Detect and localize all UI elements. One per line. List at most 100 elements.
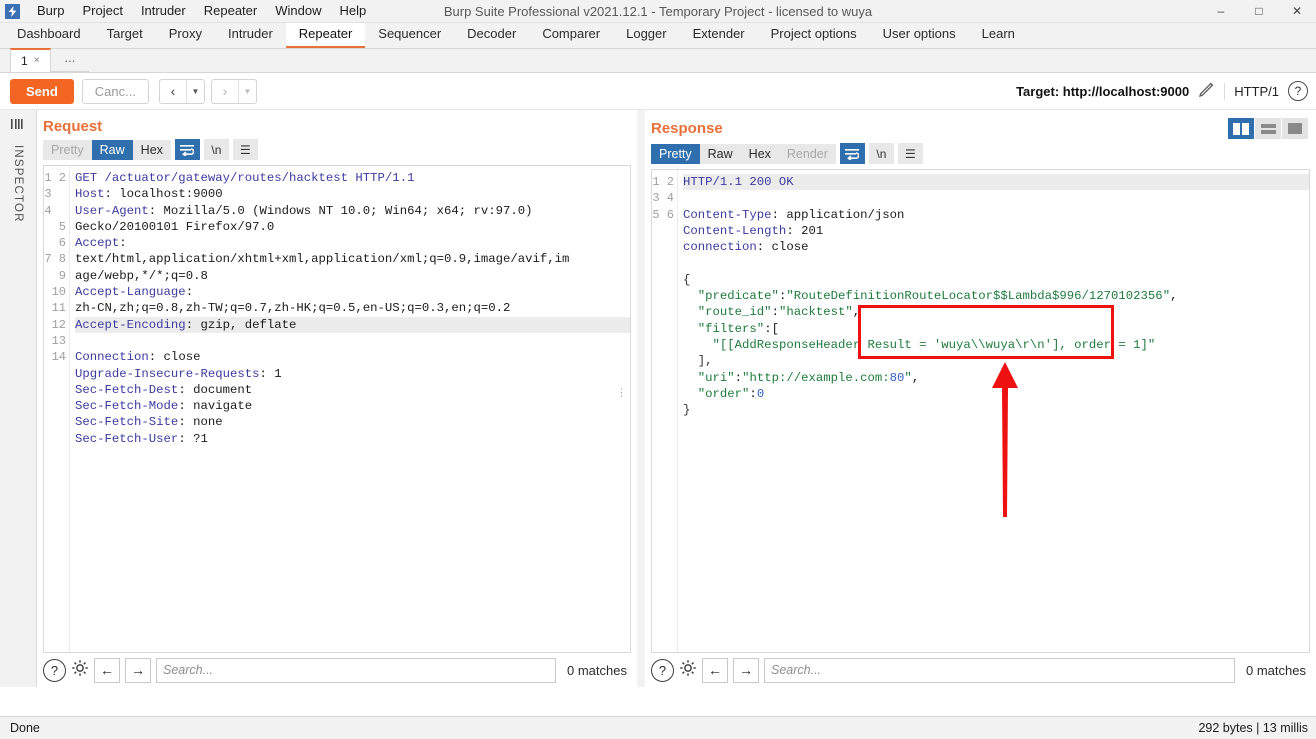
target-label: Target: http://localhost:9000	[1016, 83, 1190, 99]
close-icon[interactable]: ×	[34, 50, 40, 72]
layout-single-pane-button[interactable]	[1282, 118, 1308, 139]
cancel-button[interactable]: Canc...	[81, 78, 149, 104]
window-controls: – □ ✕	[1202, 0, 1316, 22]
tab-extender[interactable]: Extender	[680, 22, 758, 48]
inspector-label: INSPECTOR	[12, 145, 24, 223]
pencil-icon[interactable]	[1198, 81, 1215, 101]
repeater-tab-add[interactable]: ...	[50, 49, 90, 72]
close-icon[interactable]: ✕	[1278, 0, 1316, 22]
divider	[1224, 82, 1226, 100]
tab-learn[interactable]: Learn	[969, 22, 1028, 48]
inspector-toggle-icon[interactable]	[10, 118, 26, 135]
gear-icon[interactable]	[679, 659, 697, 682]
menu-help[interactable]: Help	[330, 0, 375, 22]
repeater-tab-1[interactable]: 1 ×	[10, 48, 51, 72]
menu-window[interactable]: Window	[266, 0, 330, 22]
menu-repeater[interactable]: Repeater	[195, 0, 266, 22]
tab-decoder[interactable]: Decoder	[454, 22, 529, 48]
main-content: INSPECTOR Request Pretty Raw Hex \n ☰ 1 …	[0, 110, 1316, 687]
request-search-input[interactable]	[156, 657, 557, 683]
target-area: Target: http://localhost:9000 HTTP/1 ?	[1016, 81, 1308, 101]
layout-split-vertical-button[interactable]	[1228, 118, 1254, 139]
tab-comparer[interactable]: Comparer	[529, 22, 613, 48]
tab-proxy[interactable]: Proxy	[156, 22, 215, 48]
main-tab-bar: Dashboard Target Proxy Intruder Repeater…	[0, 22, 1316, 49]
repeater-tab-label: 1	[21, 54, 28, 68]
search-prev-button[interactable]: ←	[702, 657, 728, 683]
hamburger-menu-icon[interactable]: ☰	[232, 139, 258, 160]
request-tab-raw[interactable]: Raw	[91, 139, 133, 160]
split-vertical-icon	[1233, 122, 1249, 135]
title-bar: Burp Project Intruder Repeater Window He…	[0, 0, 1316, 23]
layout-split-horizontal-button[interactable]	[1255, 118, 1281, 139]
response-title: Response	[651, 120, 723, 137]
burp-logo-icon	[5, 3, 20, 19]
chevron-down-icon[interactable]: ▼	[185, 79, 204, 103]
tab-intruder[interactable]: Intruder	[215, 22, 286, 48]
response-gutter: 1 2 3 4 5 6	[652, 170, 678, 652]
help-icon[interactable]: ?	[43, 658, 66, 682]
gear-icon[interactable]	[71, 659, 89, 682]
repeater-tab-bar: 1 × ...	[0, 48, 1316, 73]
search-next-button[interactable]: →	[733, 657, 759, 683]
tab-dashboard[interactable]: Dashboard	[4, 22, 94, 48]
tab-sequencer[interactable]: Sequencer	[365, 22, 454, 48]
help-icon[interactable]: ?	[651, 658, 674, 682]
request-pane: Request Pretty Raw Hex \n ☰ 1 2 3 4 5 6 …	[37, 110, 637, 687]
request-view-tabs: Pretty Raw Hex \n ☰	[37, 137, 637, 165]
chevron-right-icon: ›	[222, 83, 228, 99]
request-tab-hex[interactable]: Hex	[132, 139, 171, 160]
response-tab-pretty[interactable]: Pretty	[651, 143, 700, 164]
response-search-bar: ? ← → 0 matches	[645, 653, 1316, 687]
help-icon[interactable]: ?	[1288, 81, 1308, 101]
response-tab-render[interactable]: Render	[778, 143, 836, 164]
request-search-bar: ? ← → 0 matches	[37, 653, 637, 687]
search-prev-button[interactable]: ←	[94, 657, 120, 683]
newline-icon[interactable]: \n	[203, 139, 229, 160]
menu-project[interactable]: Project	[73, 0, 131, 22]
response-match-count: 0 matches	[1246, 662, 1306, 678]
request-tab-pretty[interactable]: Pretty	[43, 139, 92, 160]
menu-intruder[interactable]: Intruder	[132, 0, 195, 22]
search-next-button[interactable]: →	[125, 657, 151, 683]
response-editor[interactable]: 1 2 3 4 5 6 HTTP/1.1 200 OK Content-Type…	[651, 169, 1310, 653]
request-gutter: 1 2 3 4 5 6 7 8 9 10 11 12 13 14	[44, 166, 70, 652]
chevron-down-icon[interactable]: ▼	[237, 79, 256, 103]
response-code[interactable]: HTTP/1.1 200 OK Content-Type: applicatio…	[678, 170, 1309, 652]
response-search-input[interactable]	[764, 657, 1236, 683]
menu-burp[interactable]: Burp	[28, 0, 73, 22]
response-header: Response	[645, 110, 1316, 141]
action-bar: Send Canc... ‹ ▼ › ▼ Target: http://loca…	[0, 73, 1316, 110]
status-left: Done	[10, 721, 40, 735]
go-back-button[interactable]: ‹ ▼	[158, 78, 205, 104]
request-header: Request	[37, 110, 637, 137]
request-match-count: 0 matches	[567, 662, 627, 678]
request-title: Request	[43, 118, 103, 135]
tab-logger[interactable]: Logger	[613, 22, 679, 48]
editor-panes: Request Pretty Raw Hex \n ☰ 1 2 3 4 5 6 …	[37, 110, 1316, 687]
request-code[interactable]: GET /actuator/gateway/routes/hacktest HT…	[70, 166, 630, 652]
word-wrap-icon[interactable]	[174, 139, 200, 160]
resize-handle[interactable]: ⋮	[616, 388, 627, 399]
tab-target[interactable]: Target	[94, 22, 156, 48]
tab-project-options[interactable]: Project options	[758, 22, 870, 48]
minimize-icon[interactable]: –	[1202, 0, 1240, 22]
response-tab-hex[interactable]: Hex	[740, 143, 779, 164]
request-editor[interactable]: 1 2 3 4 5 6 7 8 9 10 11 12 13 14 GET /ac…	[43, 165, 631, 653]
status-right: 292 bytes | 13 millis	[1198, 721, 1308, 735]
pane-splitter[interactable]	[637, 110, 645, 687]
hamburger-menu-icon[interactable]: ☰	[897, 143, 923, 164]
inspector-rail[interactable]: INSPECTOR	[0, 110, 37, 687]
tab-user-options[interactable]: User options	[870, 22, 969, 48]
http-version-label[interactable]: HTTP/1	[1234, 84, 1279, 99]
maximize-icon[interactable]: □	[1240, 0, 1278, 22]
go-forward-button[interactable]: › ▼	[210, 78, 257, 104]
word-wrap-icon[interactable]	[839, 143, 865, 164]
tab-repeater[interactable]: Repeater	[285, 22, 366, 48]
response-tab-raw[interactable]: Raw	[699, 143, 741, 164]
single-pane-icon	[1288, 123, 1302, 134]
chevron-left-icon: ‹	[170, 83, 176, 99]
newline-icon[interactable]: \n	[868, 143, 894, 164]
send-button[interactable]: Send	[10, 78, 74, 104]
response-view-tabs: Pretty Raw Hex Render \n ☰	[645, 141, 1316, 169]
